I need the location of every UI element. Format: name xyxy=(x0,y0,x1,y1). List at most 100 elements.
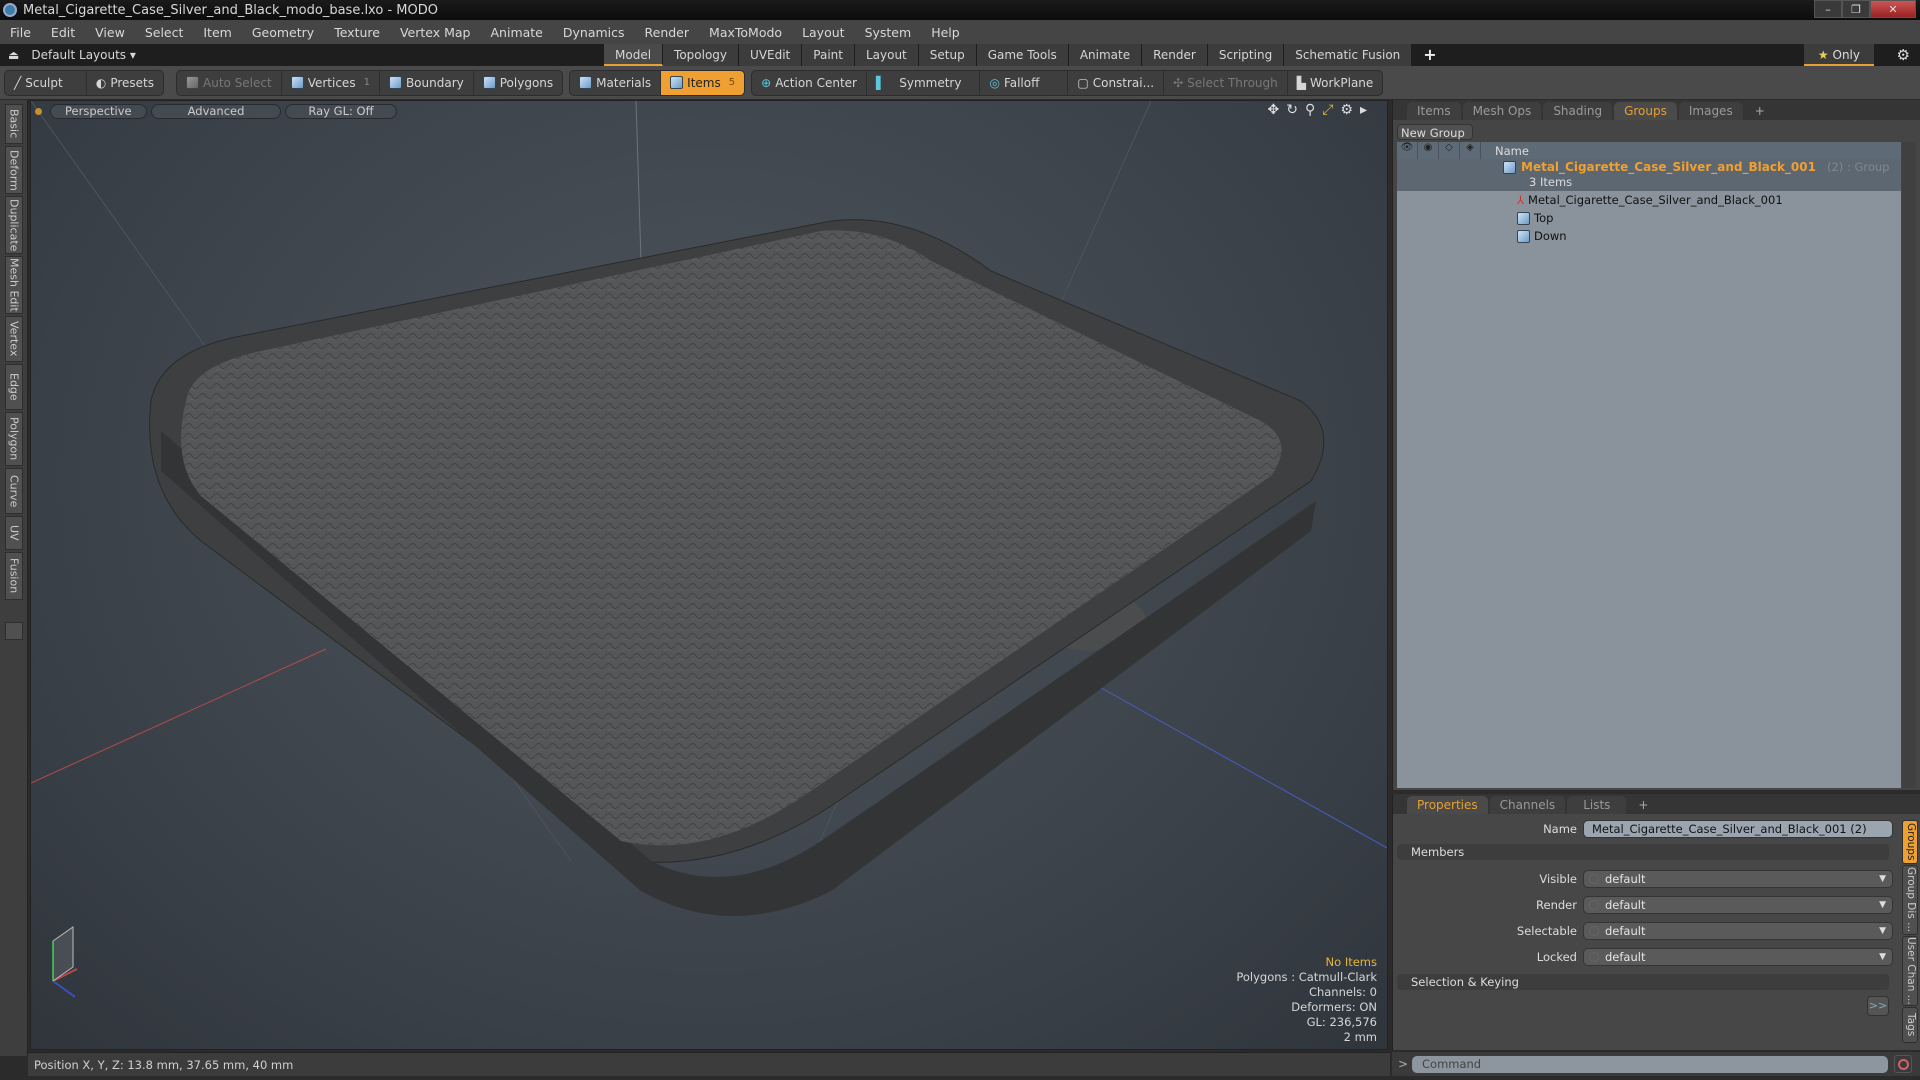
vtab-fusion[interactable]: Fusion xyxy=(5,552,23,600)
command-input[interactable]: Command xyxy=(1412,1055,1888,1073)
menu-select[interactable]: Select xyxy=(135,25,194,40)
vtab-vertex[interactable]: Vertex xyxy=(5,316,23,362)
minimize-button[interactable]: – xyxy=(1814,0,1842,18)
selectable-dropdown[interactable]: default ▼ xyxy=(1583,922,1893,940)
group-row[interactable]: Metal_Cigarette_Case_Silver_and_Black_00… xyxy=(1397,159,1901,191)
tab-schematic-fusion[interactable]: Schematic Fusion xyxy=(1284,44,1413,66)
viewport-gear-icon[interactable]: ⚙ xyxy=(1340,102,1353,118)
menu-layout[interactable]: Layout xyxy=(792,25,855,40)
tab-render[interactable]: Render xyxy=(1142,44,1208,66)
close-button[interactable]: ✕ xyxy=(1870,0,1916,18)
presets-button[interactable]: ◐ Presets xyxy=(87,71,163,95)
materials-button[interactable]: Materials xyxy=(570,70,662,95)
sidetab-tags[interactable]: Tags xyxy=(1902,1007,1918,1043)
groups-scrollbar[interactable] xyxy=(1902,142,1916,788)
symmetry-button[interactable]: ▌ Symmetry xyxy=(867,70,981,95)
sidetab-user-channels[interactable]: User Chan ... xyxy=(1902,936,1918,1006)
name-column-header[interactable]: Name xyxy=(1495,144,1529,158)
rotate-icon[interactable]: ↻ xyxy=(1286,102,1298,118)
vtab-extra[interactable] xyxy=(5,622,23,640)
gear-icon[interactable]: ⚙ xyxy=(1897,46,1910,64)
boundary-button[interactable]: Boundary xyxy=(380,70,474,95)
vtab-duplicate[interactable]: Duplicate xyxy=(5,196,23,254)
menu-file[interactable]: File xyxy=(0,25,41,40)
render-dropdown[interactable]: default ▼ xyxy=(1583,896,1893,914)
tab-animate[interactable]: Animate xyxy=(1068,44,1143,66)
visibility-column-icon[interactable]: 👁 xyxy=(1397,142,1418,159)
only-toggle[interactable]: ★ Only xyxy=(1803,44,1874,66)
tab-uvedit[interactable]: UVEdit xyxy=(739,44,803,66)
3d-viewport[interactable]: Perspective Advanced Ray GL: Off ✥ ↻ ⚲ ⤢… xyxy=(30,100,1388,1050)
expand-arrow-icon[interactable]: ▸ xyxy=(1360,102,1367,118)
menu-geometry[interactable]: Geometry xyxy=(242,25,324,40)
menu-texture[interactable]: Texture xyxy=(324,25,390,40)
tab-images[interactable]: Images xyxy=(1678,102,1743,120)
menu-view[interactable]: View xyxy=(85,25,135,40)
menu-maxtomodo[interactable]: MaxToModo xyxy=(699,25,792,40)
tab-scripting[interactable]: Scripting xyxy=(1207,44,1285,66)
tab-properties[interactable]: Properties xyxy=(1407,796,1488,814)
vertices-button[interactable]: Vertices 1 xyxy=(282,70,380,95)
tab-groups[interactable]: Groups xyxy=(1614,102,1677,120)
tab-setup[interactable]: Setup xyxy=(918,44,977,66)
sculpt-button[interactable]: ╱ Sculpt xyxy=(5,70,87,95)
vtab-uv[interactable]: UV xyxy=(5,516,23,550)
visible-dropdown[interactable]: default ▼ xyxy=(1583,870,1893,888)
vtab-edge[interactable]: Edge xyxy=(5,364,23,410)
pan-icon[interactable]: ✥ xyxy=(1267,102,1279,118)
maximize-icon[interactable]: ⤢ xyxy=(1322,102,1333,118)
menu-vertex-map[interactable]: Vertex Map xyxy=(390,25,481,40)
vtab-basic[interactable]: Basic xyxy=(5,104,23,144)
tab-channels[interactable]: Channels xyxy=(1489,796,1566,814)
name-field[interactable]: Metal_Cigarette_Case_Silver_and_Black_00… xyxy=(1583,820,1893,838)
layout-up-icon[interactable]: ⏏ xyxy=(8,48,19,62)
tab-game-tools[interactable]: Game Tools xyxy=(976,44,1069,66)
tab-shading[interactable]: Shading xyxy=(1543,102,1613,120)
add-properties-tab-button[interactable]: + xyxy=(1628,796,1658,814)
vtab-curve[interactable]: Curve xyxy=(5,468,23,514)
tab-paint[interactable]: Paint xyxy=(802,44,855,66)
tab-mesh-ops[interactable]: Mesh Ops xyxy=(1462,102,1542,120)
tab-layout[interactable]: Layout xyxy=(854,44,919,66)
record-macro-button[interactable] xyxy=(1894,1055,1912,1073)
list-item[interactable]: Top xyxy=(1397,209,1901,227)
tab-topology[interactable]: Topology xyxy=(663,44,740,66)
menu-edit[interactable]: Edit xyxy=(41,25,85,40)
members-section[interactable]: Members xyxy=(1397,844,1889,860)
menu-dynamics[interactable]: Dynamics xyxy=(553,25,635,40)
tab-items[interactable]: Items xyxy=(1407,102,1461,120)
vtab-polygon[interactable]: Polygon xyxy=(5,412,23,466)
more-button[interactable]: >> xyxy=(1867,996,1889,1016)
select-column-icon[interactable]: ◈ xyxy=(1460,142,1481,159)
vtab-mesh-edit[interactable]: Mesh Edit xyxy=(5,256,23,314)
polygons-button[interactable]: Polygons xyxy=(474,71,562,95)
default-layouts-dropdown[interactable]: Default Layouts ▾ xyxy=(31,48,136,62)
new-group-button[interactable]: New Group xyxy=(1397,124,1473,140)
menu-system[interactable]: System xyxy=(855,25,922,40)
locked-dropdown[interactable]: default ▼ xyxy=(1583,948,1893,966)
items-button[interactable]: Items 5 xyxy=(661,70,745,95)
menu-render[interactable]: Render xyxy=(635,25,700,40)
auto-select-button[interactable]: Auto Select xyxy=(177,70,282,95)
zoom-icon[interactable]: ⚲ xyxy=(1305,102,1315,118)
menu-help[interactable]: Help xyxy=(921,25,970,40)
tab-model[interactable]: Model xyxy=(604,44,664,66)
shading-button[interactable]: Advanced xyxy=(150,103,282,119)
lock-column-icon[interactable]: ◇ xyxy=(1439,142,1460,159)
vtab-deform[interactable]: Deform xyxy=(5,146,23,194)
add-tab-button[interactable]: + xyxy=(1412,44,1449,66)
tab-lists[interactable]: Lists xyxy=(1567,796,1627,814)
select-through-button[interactable]: ✣ Select Through xyxy=(1164,70,1288,95)
raygl-button[interactable]: Ray GL: Off xyxy=(285,103,397,119)
list-item[interactable]: Down xyxy=(1397,227,1901,245)
view-type-button[interactable]: Perspective xyxy=(50,103,147,119)
sidetab-groups[interactable]: Groups xyxy=(1902,820,1918,864)
add-panel-tab-button[interactable]: + xyxy=(1745,102,1775,120)
menu-item[interactable]: Item xyxy=(193,25,241,40)
constraints-button[interactable]: ▢ Constrai... xyxy=(1068,70,1165,95)
sidetab-group-display[interactable]: Group Dis ... xyxy=(1902,865,1918,935)
action-center-button[interactable]: ⊕ Action Center xyxy=(752,70,867,95)
viewport-menu-dot[interactable] xyxy=(35,107,42,115)
workplane-button[interactable]: ▙ WorkPlane xyxy=(1288,71,1383,95)
selection-keying-section[interactable]: Selection & Keying xyxy=(1397,974,1889,990)
